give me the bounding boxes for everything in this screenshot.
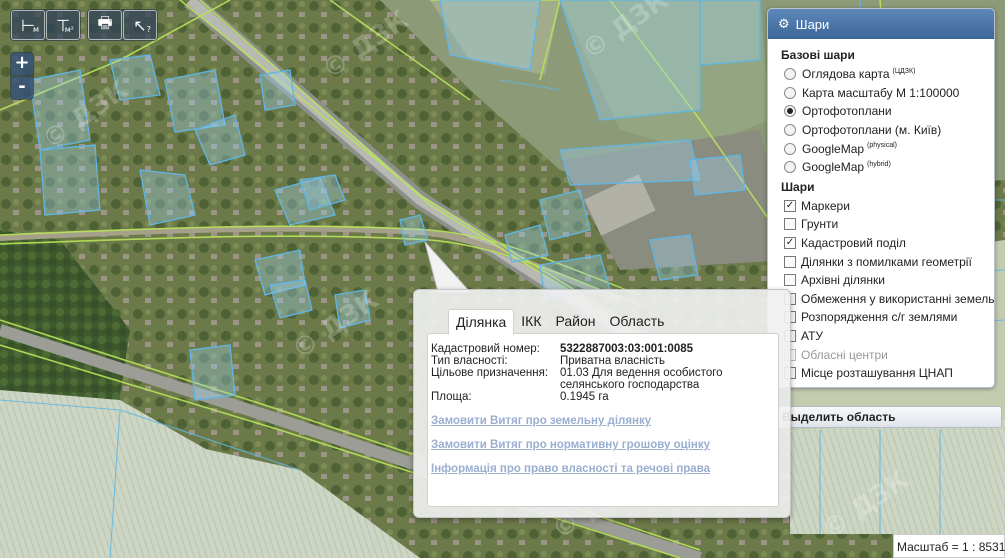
popup-tab[interactable]: Район: [549, 309, 603, 335]
parcel-field-value: 01.03 Для ведення особистого селянського…: [560, 367, 723, 391]
overlay-layer-label: Архівні ділянки: [801, 273, 885, 288]
base-layer-label: Ортофотоплани: [802, 104, 892, 119]
popup-tab[interactable]: ІКК: [514, 309, 548, 335]
overlay-layer-label: Маркери: [801, 198, 850, 213]
base-layer-radio[interactable]: [784, 161, 796, 174]
zoom-control: + -: [10, 52, 34, 100]
base-layer-option[interactable]: Оглядова карта (ЦДЗК): [781, 65, 994, 84]
overlay-layer-label: Кадастровий поділ: [801, 236, 906, 251]
overlay-layer-option[interactable]: Грунти: [781, 215, 994, 234]
overlay-layer-option[interactable]: Розпорядження с/г землями: [781, 308, 994, 327]
identify-question-mark: ?: [146, 25, 151, 34]
base-layer-label: GoogleMap: [802, 160, 865, 175]
parcel-field-row: Кадастровий номер: 5322887003:03:001:0085: [431, 343, 778, 355]
overlay-layer-checkbox[interactable]: ✓: [784, 199, 796, 212]
base-layer-label: GoogleMap: [802, 141, 865, 156]
measure-tools-group: ⊢ м ⊤ м²: [10, 9, 81, 41]
base-layer-source: (hybrid): [867, 160, 891, 168]
base-layer-radio[interactable]: [784, 124, 796, 137]
zoom-out-button[interactable]: -: [11, 77, 33, 99]
overlay-layers-list: ✓ Маркери Грунти ✓ Кадастровий поділ Ділянки …: [781, 197, 994, 383]
overlay-layer-option[interactable]: Місце розташування ЦНАП: [781, 364, 994, 383]
overlay-layer-label: Обмеження у використанні земель: [801, 291, 995, 306]
layers-panel-header[interactable]: ⚙ Шари: [768, 9, 994, 39]
overlay-layer-option: Обласні центри: [781, 345, 994, 364]
parcel-field-row: Площа: 0.1945 га: [431, 391, 778, 403]
base-layer-option[interactable]: Ортофотоплани: [781, 102, 994, 121]
overlay-layer-option[interactable]: Ділянки з помилками геометрії: [781, 252, 994, 271]
base-layers-title: Базові шари: [781, 48, 855, 62]
gear-icon: ⚙: [778, 16, 790, 32]
popup-tab[interactable]: Область: [603, 309, 672, 335]
base-layer-radio[interactable]: [784, 86, 796, 99]
measure-area-button[interactable]: ⊤ м²: [46, 10, 80, 40]
cursor-question-icon: ↖: [133, 15, 147, 35]
overlay-layer-checkbox[interactable]: ✓: [784, 237, 796, 250]
parcel-links: Замовити Витяг про земельну ділянку Замов…: [431, 415, 778, 475]
print-identify-group: 🖶 ↖ ?: [87, 9, 158, 41]
overlay-layer-option[interactable]: АТУ: [781, 327, 994, 346]
parcel-field-key: Цільове призначення:: [431, 367, 549, 379]
identify-button[interactable]: ↖ ?: [123, 10, 157, 40]
ruler-length-unit: м: [32, 25, 39, 34]
printer-icon: 🖶: [97, 12, 113, 32]
base-layer-option[interactable]: Карта масштабу М 1:100000: [781, 84, 994, 103]
overlay-layer-checkbox[interactable]: [784, 274, 796, 287]
parcel-fields: Кадастровий номер: 5322887003:03:001:0085…: [431, 343, 778, 403]
overlay-layer-option[interactable]: ✓ Маркери: [781, 197, 994, 216]
overlay-layer-option[interactable]: Обмеження у використанні земель: [781, 290, 994, 309]
parcel-order-link[interactable]: Замовити Витяг про земельну ділянку: [431, 415, 778, 427]
overlay-layer-checkbox[interactable]: [784, 218, 796, 231]
overlay-layers-title: Шари: [781, 179, 815, 194]
overlay-layer-label: Ділянки з помилками геометрії: [801, 254, 972, 269]
print-button[interactable]: 🖶: [88, 10, 122, 40]
zoom-in-button[interactable]: +: [11, 53, 33, 75]
layers-panel: ⚙ Шари Базові шари Оглядова карта (ЦДЗК) К…: [767, 8, 995, 388]
overlay-layer-option[interactable]: Архівні ділянки: [781, 271, 994, 290]
overlay-layer-label: Місце розташування ЦНАП: [801, 366, 953, 381]
base-layer-radio[interactable]: [784, 142, 796, 155]
base-layer-radio[interactable]: [784, 68, 796, 81]
parcel-field-row: Цільове призначення: 01.03 Для ведення ос…: [431, 367, 778, 391]
overlay-layer-label: Грунти: [801, 217, 839, 232]
overlay-layer-label: АТУ: [801, 329, 824, 344]
scale-label: Масштаб = 1 : 8531: [893, 534, 1005, 558]
base-layer-source: (physical): [867, 142, 897, 150]
parcel-order-link[interactable]: Інформація про право власності та речові…: [431, 463, 778, 475]
layers-panel-title: Шари: [795, 16, 830, 32]
layers-panel-body: Базові шари Оглядова карта (ЦДЗК) Карта ма…: [768, 39, 994, 383]
base-layer-radio[interactable]: [784, 105, 796, 118]
popup-tab[interactable]: Ділянка: [448, 309, 515, 335]
measure-length-button[interactable]: ⊢ м: [11, 10, 45, 40]
base-layers-list: Оглядова карта (ЦДЗК) Карта масштабу М 1:1…: [781, 65, 994, 177]
parcel-field-key: Площа:: [431, 391, 472, 403]
parcel-field-key: Кадастровий номер:: [431, 343, 540, 355]
overlay-layer-checkbox[interactable]: [784, 255, 796, 268]
parcel-field-row: Тип власності: Приватна власність: [431, 355, 778, 367]
base-layer-option[interactable]: Ортофотоплани (м. Київ): [781, 121, 994, 140]
base-layer-option[interactable]: GoogleMap (physical): [781, 139, 994, 158]
base-layer-label: Ортофотоплани (м. Київ): [802, 123, 942, 138]
base-layer-option[interactable]: GoogleMap (hybrid): [781, 158, 994, 177]
overlay-layer-label: Розпорядження с/г землями: [801, 310, 958, 325]
parcel-info-popup: Ділянка ІКК Район Область Кадастровий номер…: [413, 289, 791, 518]
parcel-info-content: Кадастровий номер: 5322887003:03:001:0085…: [427, 333, 779, 507]
overlay-layer-option[interactable]: ✓ Кадастровий поділ: [781, 234, 994, 253]
parcel-field-value: 0.1945 га: [560, 391, 609, 403]
parcel-field-key: Тип власності:: [431, 355, 508, 367]
base-layer-label: Карта масштабу М 1:100000: [802, 85, 960, 100]
map-toolbar: ⊢ м ⊤ м² 🖶 ↖ ?: [10, 9, 158, 41]
base-layer-label: Оглядова карта: [802, 67, 890, 82]
popup-tabs: Ділянка ІКК Район Область: [448, 309, 671, 335]
overlay-layer-label: Обласні центри: [801, 347, 888, 362]
parcel-order-link[interactable]: Замовити Витяг про нормативну грошову оц…: [431, 439, 778, 451]
parcel-field-value: 5322887003:03:001:0085: [560, 343, 694, 355]
ruler-area-unit: м²: [64, 25, 74, 34]
base-layer-source: (ЦДЗК): [892, 67, 916, 75]
parcel-field-value: Приватна власність: [560, 355, 666, 367]
